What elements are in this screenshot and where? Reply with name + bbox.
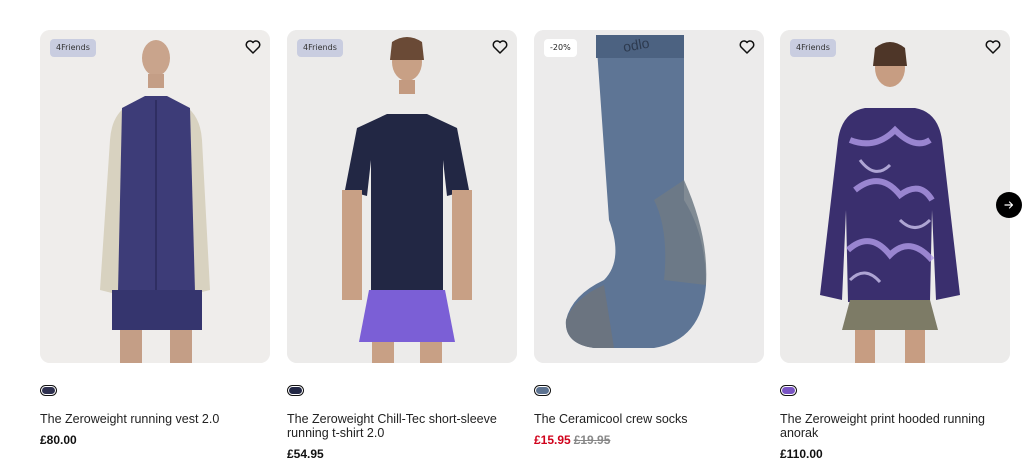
product-carousel: 4Friends The Zeroweight running vest 2.0… xyxy=(0,0,1024,466)
price: £54.95 xyxy=(287,447,324,461)
color-swatch[interactable] xyxy=(780,385,797,396)
sale-price: £15.95 xyxy=(534,433,571,447)
product-image[interactable]: 4Friends xyxy=(40,30,270,363)
original-price: £19.95 xyxy=(573,433,611,447)
discount-badge: -20% xyxy=(544,39,577,57)
price: £80.00 xyxy=(40,433,77,447)
product-title[interactable]: The Zeroweight running vest 2.0 xyxy=(40,412,270,426)
color-swatch[interactable] xyxy=(534,385,551,396)
heart-icon[interactable] xyxy=(491,38,509,56)
heart-icon[interactable] xyxy=(984,38,1002,56)
swatch-fill xyxy=(289,387,302,394)
arrow-right-icon xyxy=(1004,201,1014,209)
product-photo-anorak xyxy=(780,30,1010,363)
price-row: £54.95 xyxy=(287,447,517,461)
product-image[interactable]: odlo -20% xyxy=(534,30,764,363)
carousel-next-button[interactable] xyxy=(996,192,1022,218)
price-row: £80.00 xyxy=(40,433,270,447)
promo-badge: 4Friends xyxy=(790,39,836,57)
product-card[interactable]: 4Friends The Zeroweight Chill-Tec short-… xyxy=(287,30,517,461)
price: £110.00 xyxy=(780,447,823,461)
product-image[interactable]: 4Friends xyxy=(287,30,517,363)
promo-badge: 4Friends xyxy=(297,39,343,57)
product-photo-socks: odlo xyxy=(534,30,764,363)
product-photo-tshirt xyxy=(287,30,517,363)
product-card[interactable]: odlo -20% The Ceramicool crew socks £15.… xyxy=(534,30,764,447)
product-image[interactable]: 4Friends xyxy=(780,30,1010,363)
product-card[interactable]: 4Friends The Zeroweight running vest 2.0… xyxy=(40,30,270,447)
color-swatch[interactable] xyxy=(287,385,304,396)
swatch-fill xyxy=(536,387,549,394)
heart-icon[interactable] xyxy=(244,38,262,56)
product-title[interactable]: The Ceramicool crew socks xyxy=(534,412,764,426)
swatch-fill xyxy=(782,387,795,394)
color-swatch[interactable] xyxy=(40,385,57,396)
swatch-fill xyxy=(42,387,55,394)
price-row: £110.00 xyxy=(780,447,1010,461)
promo-badge: 4Friends xyxy=(50,39,96,57)
product-title[interactable]: The Zeroweight print hooded running anor… xyxy=(780,412,1010,440)
heart-icon[interactable] xyxy=(738,38,756,56)
product-card[interactable]: 4Friends The Zeroweight print hooded run… xyxy=(780,30,1010,461)
product-photo-vest xyxy=(40,30,270,363)
price-row: £15.95 £19.95 xyxy=(534,433,764,447)
product-title[interactable]: The Zeroweight Chill-Tec short-sleeve ru… xyxy=(287,412,517,440)
